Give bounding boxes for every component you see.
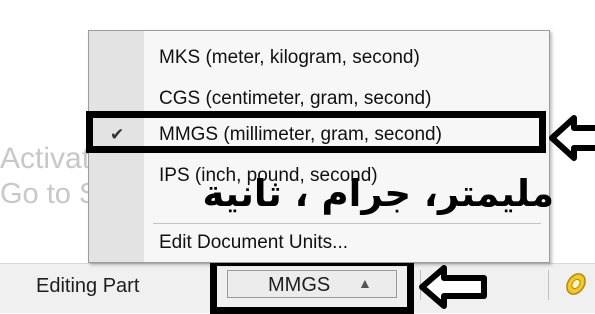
- menu-item-label: Edit Document Units...: [159, 232, 349, 253]
- units-button-highlight-box: [210, 259, 414, 314]
- menu-item-label: MKS (meter, kilogram, second): [159, 47, 420, 68]
- mmgs-option-highlight-box: [86, 111, 546, 153]
- menu-item-mks[interactable]: MKS (meter, kilogram, second): [89, 40, 549, 72]
- arrow-left-icon: [549, 115, 595, 161]
- editing-part-status: Editing Part: [36, 275, 140, 297]
- menu-item-edit-document-units[interactable]: Edit Document Units...: [89, 225, 549, 257]
- status-divider: [548, 270, 549, 300]
- pin-icon[interactable]: [560, 270, 590, 300]
- arabic-annotation-caption: مليمتر، جرام ، ثانية: [202, 172, 555, 215]
- menu-item-cgs[interactable]: CGS (centimeter, gram, second): [89, 81, 549, 113]
- arrow-left-icon: [419, 265, 487, 309]
- menu-item-label: CGS (centimeter, gram, second): [159, 88, 432, 109]
- menu-separator: [153, 223, 541, 224]
